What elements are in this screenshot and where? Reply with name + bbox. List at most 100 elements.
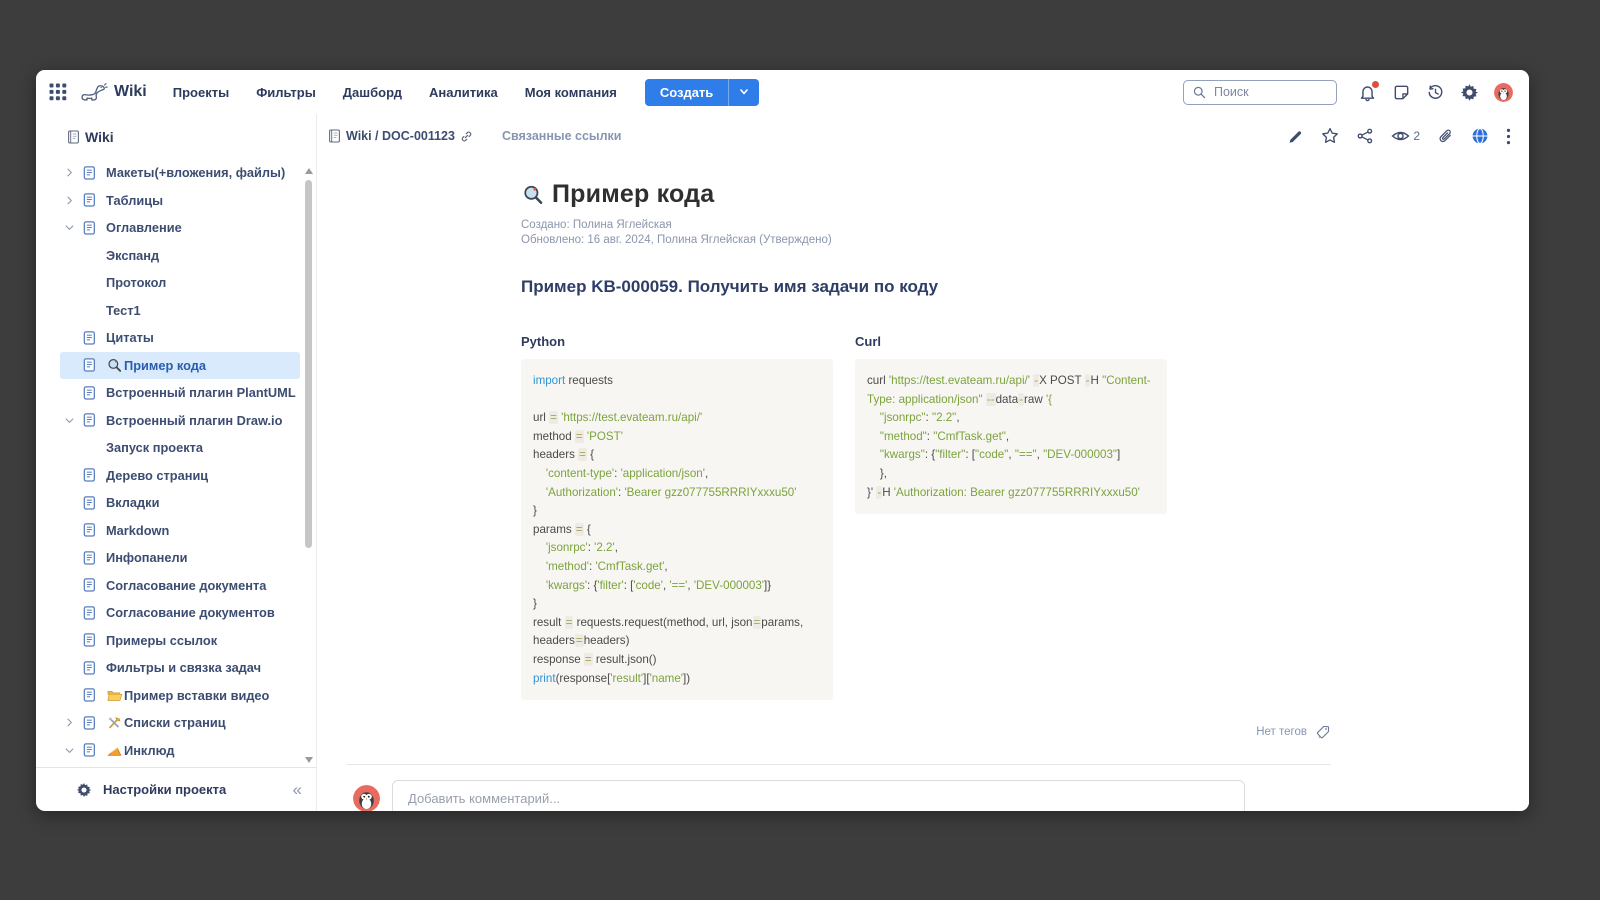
page-meta: Создано: Полина Яглейская Обновлено: 16 … — [521, 218, 1347, 248]
tree-item[interactable]: Списки страниц — [60, 709, 300, 737]
tree-item[interactable]: Встроенный плагин PlantUML — [60, 379, 300, 407]
project-settings-button[interactable]: Настройки проекта — [103, 782, 226, 797]
globe-icon[interactable] — [1471, 127, 1489, 145]
dots-vertical-icon[interactable] — [1506, 128, 1511, 145]
share-icon[interactable] — [1356, 127, 1374, 145]
search-input[interactable] — [1214, 85, 1328, 99]
code-line: headers = { — [533, 446, 821, 465]
code-line: method = 'POST' — [533, 428, 821, 447]
create-dropdown-chevron-icon[interactable] — [728, 79, 759, 106]
star-icon[interactable] — [1321, 127, 1339, 145]
tree-item[interactable]: Пример кода — [60, 352, 300, 380]
pencil-icon[interactable] — [1287, 128, 1304, 145]
scrollbar-thumb[interactable] — [305, 180, 312, 548]
collapse-sidebar-button[interactable]: « — [293, 781, 302, 798]
section-heading: Пример KB-000059. Получить имя задачи по… — [521, 277, 1347, 297]
sidebar-header[interactable]: Wiki — [36, 114, 316, 154]
related-links-button[interactable]: Связанные ссылки — [502, 129, 622, 143]
note-icon[interactable] — [1392, 83, 1411, 102]
tree-child-item[interactable]: Протокол — [60, 269, 300, 297]
code-line: url = 'https://test.evateam.ru/api/' — [533, 409, 821, 428]
tree-item[interactable]: Цитаты — [60, 324, 300, 352]
tree-item[interactable]: Инклюд — [60, 737, 300, 765]
brand-title[interactable]: Wiki — [114, 83, 147, 101]
nav-item-5[interactable]: Моя компания — [525, 85, 617, 100]
code-line: "method": "CmfTask.get", — [867, 428, 1155, 447]
page-tree: Макеты(+вложения, файлы)ТаблицыОглавлени… — [36, 154, 316, 767]
chevron-down-icon[interactable] — [64, 415, 82, 426]
code-box[interactable]: import requests url = 'https://test.evat… — [521, 359, 833, 700]
nav-item-2[interactable]: Фильтры — [256, 85, 316, 100]
chevron-down-icon[interactable] — [64, 745, 82, 756]
tree-item[interactable]: Оглавление — [60, 214, 300, 242]
history-icon[interactable] — [1426, 83, 1445, 102]
nav-item-3[interactable]: Дашборд — [343, 85, 402, 100]
code-line: params = { — [533, 521, 821, 540]
tree-item[interactable]: Таблицы — [60, 187, 300, 215]
tree-item[interactable]: Вкладки — [60, 489, 300, 517]
doc-icon — [82, 385, 98, 401]
chevron-right-icon[interactable] — [64, 195, 82, 206]
tree-child-item[interactable]: Экспанд — [60, 242, 300, 270]
doc-icon — [82, 742, 98, 758]
nav-item-4[interactable]: Аналитика — [429, 85, 498, 100]
chevron-down-icon[interactable] — [64, 222, 82, 233]
notification-dot — [1372, 81, 1379, 88]
tree-item[interactable]: Дерево страниц — [60, 462, 300, 490]
document-actions: 2 — [1287, 127, 1511, 145]
tree-item[interactable]: Фильтры и связка задач — [60, 654, 300, 682]
code-line: 'Authorization': 'Bearer gzz077755RRRIYx… — [533, 484, 821, 503]
doc-icon — [82, 550, 98, 566]
link-icon[interactable] — [459, 129, 474, 144]
gear-icon[interactable] — [1460, 83, 1479, 102]
tags-row: Нет тегов — [521, 724, 1331, 740]
tree-child-item[interactable]: Запуск проекта — [60, 434, 300, 462]
comment-input[interactable] — [392, 780, 1245, 811]
updated-line: Обновлено: 16 авг. 2024, Полина Яглейска… — [521, 233, 1347, 248]
code-line: } — [533, 502, 821, 521]
chevron-right-icon[interactable] — [64, 167, 82, 178]
topbar-right — [1183, 80, 1513, 105]
page-title: Пример кода — [552, 180, 714, 209]
doc-icon — [82, 522, 98, 538]
tree-item[interactable]: Инфопанели — [60, 544, 300, 572]
tree-item[interactable]: Пример вставки видео — [60, 682, 300, 710]
tree-item[interactable]: Markdown — [60, 517, 300, 545]
tree-item[interactable]: Встроенный плагин Draw.io — [60, 407, 300, 435]
tree-item[interactable]: Согласование документов — [60, 599, 300, 627]
document-content: Пример кода Создано: Полина Яглейская Об… — [317, 158, 1347, 811]
eye-icon[interactable]: 2 — [1391, 128, 1420, 144]
code-line: }' -H 'Authorization: Bearer gzz077755RR… — [867, 484, 1155, 503]
search-box[interactable] — [1183, 80, 1337, 105]
apps-grid-icon[interactable] — [48, 82, 68, 102]
breadcrumb-text[interactable]: Wiki / DOC-001123 — [346, 129, 455, 143]
breadcrumb[interactable]: Wiki / DOC-001123 — [327, 128, 474, 144]
create-button-label[interactable]: Создать — [645, 79, 728, 106]
bell-icon[interactable] — [1358, 83, 1377, 102]
user-avatar[interactable] — [1494, 83, 1513, 102]
tree-item[interactable]: Примеры ссылок — [60, 627, 300, 655]
code-line: headers=headers) — [533, 632, 821, 651]
tree-item[interactable]: Согласование документа — [60, 572, 300, 600]
tree-item-label: Встроенный плагин Draw.io — [106, 413, 282, 428]
tree-child-item[interactable]: Тест1 — [60, 297, 300, 325]
chevron-right-icon[interactable] — [64, 717, 82, 728]
dino-logo-icon[interactable] — [78, 80, 108, 104]
tree-item-label: Markdown — [106, 523, 169, 538]
doc-icon — [82, 687, 98, 703]
code-box[interactable]: curl 'https://test.evateam.ru/api/' -X P… — [855, 359, 1167, 514]
tag-icon[interactable] — [1315, 724, 1331, 740]
code-line: } — [533, 595, 821, 614]
tree-item-label: Инклюд — [124, 743, 175, 758]
document-scroll-area[interactable]: Пример кода Создано: Полина Яглейская Об… — [317, 158, 1529, 811]
paperclip-icon[interactable] — [1437, 128, 1454, 145]
doc-icon — [82, 660, 98, 676]
sidebar-scrollbar[interactable] — [304, 166, 314, 765]
create-button[interactable]: Создать — [645, 79, 759, 106]
scrollbar-up-arrow[interactable] — [305, 168, 313, 174]
code-block-curl: Curlcurl 'https://test.evateam.ru/api/' … — [855, 334, 1167, 514]
tree-item[interactable]: Макеты(+вложения, файлы) — [60, 159, 300, 187]
scrollbar-down-arrow[interactable] — [305, 757, 313, 763]
code-columns: Pythonimport requests url = 'https://tes… — [521, 334, 1347, 700]
nav-item-1[interactable]: Проекты — [173, 85, 229, 100]
